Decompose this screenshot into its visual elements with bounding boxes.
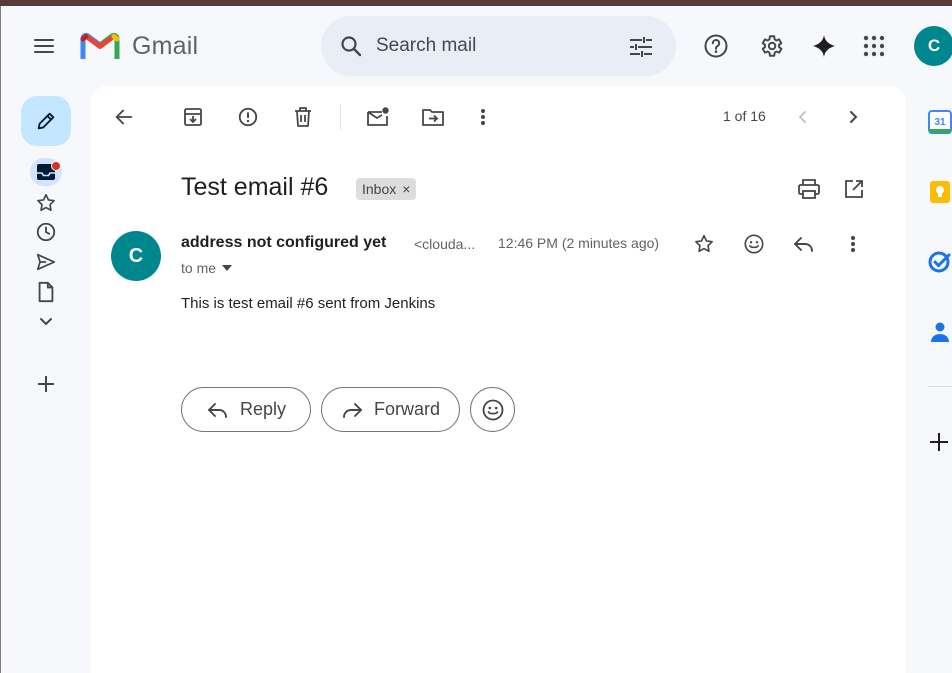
- plus-icon: [36, 374, 56, 394]
- emoji-icon: [481, 398, 505, 422]
- forward-button[interactable]: Forward: [321, 387, 460, 432]
- emoji-reaction-button[interactable]: [470, 387, 515, 432]
- move-folder-icon: [421, 107, 445, 127]
- star-icon: [693, 233, 715, 255]
- reply-icon: [206, 398, 230, 422]
- back-button[interactable]: [108, 101, 140, 133]
- open-in-new-icon: [844, 179, 864, 199]
- arrow-left-icon: [113, 106, 135, 128]
- report-spam-button[interactable]: [232, 101, 264, 133]
- print-button[interactable]: [793, 173, 825, 205]
- apps-button[interactable]: [854, 26, 894, 66]
- mark-unread-icon: [366, 106, 390, 128]
- newer-button[interactable]: [787, 101, 819, 133]
- send-icon: [35, 251, 57, 273]
- more-vert-icon: [480, 108, 486, 126]
- sender-email[interactable]: <clouda...: [414, 236, 475, 252]
- apps-grid-icon: [863, 35, 885, 57]
- archive-button[interactable]: [177, 101, 209, 133]
- more-vert-icon: [850, 235, 856, 253]
- contacts-app-button[interactable]: [928, 320, 952, 344]
- reply-icon-button[interactable]: [789, 229, 819, 259]
- clock-icon: [35, 221, 57, 243]
- calendar-day: 31: [934, 117, 946, 128]
- tune-icon[interactable]: [625, 31, 657, 63]
- unread-dot: [51, 161, 61, 171]
- chevron-down-icon: [37, 312, 55, 330]
- label-text: Inbox: [362, 181, 397, 197]
- window-left-edge: [0, 6, 1, 673]
- reply-icon: [793, 235, 815, 253]
- email-subject: Test email #6: [181, 173, 329, 201]
- keep-app-button[interactable]: [928, 180, 952, 204]
- remove-label-button[interactable]: ×: [402, 181, 410, 197]
- keep-icon: [928, 180, 952, 204]
- caret-down-icon[interactable]: [222, 265, 233, 271]
- settings-button[interactable]: [751, 26, 791, 66]
- chevron-right-icon: [845, 109, 861, 125]
- toolbar-divider: [340, 104, 341, 130]
- pagination-count: 1 of 16: [723, 108, 766, 124]
- mark-unread-button[interactable]: [362, 101, 394, 133]
- emoji-icon: [743, 233, 765, 255]
- delete-button[interactable]: [287, 101, 319, 133]
- more-options-button[interactable]: [467, 101, 499, 133]
- nav-snoozed[interactable]: [34, 220, 58, 244]
- window-top-strip: [0, 0, 952, 6]
- account-avatar[interactable]: C: [914, 26, 952, 66]
- inbox-label-chip[interactable]: Inbox ×: [356, 178, 417, 200]
- app-name: Gmail: [132, 31, 199, 60]
- forward-label: Forward: [374, 399, 441, 419]
- nav-starred[interactable]: [34, 191, 58, 215]
- new-label-button[interactable]: [34, 372, 58, 396]
- email-timestamp: 12:46 PM (2 minutes ago): [498, 235, 660, 251]
- nav-sent[interactable]: [34, 250, 58, 274]
- reply-label: Reply: [240, 399, 287, 419]
- gmail-logo[interactable]: Gmail: [80, 28, 198, 64]
- nav-drafts[interactable]: [34, 280, 58, 304]
- help-icon: [703, 33, 729, 59]
- side-panel-divider: [928, 386, 952, 387]
- open-new-window-button[interactable]: [838, 173, 870, 205]
- sparkle-icon: [812, 34, 836, 58]
- tasks-icon: [928, 250, 952, 274]
- compose-button[interactable]: [21, 96, 71, 146]
- search-input[interactable]: Search mail: [376, 35, 476, 57]
- add-reaction-button[interactable]: [739, 229, 769, 259]
- forward-icon: [340, 398, 364, 422]
- get-addons-button[interactable]: [928, 431, 952, 455]
- plus-icon: [928, 431, 952, 453]
- star-message-button[interactable]: [689, 229, 719, 259]
- sender-name[interactable]: address not configured yet: [181, 234, 386, 252]
- move-to-button[interactable]: [417, 101, 449, 133]
- trash-icon: [293, 106, 313, 128]
- archive-icon: [183, 107, 203, 127]
- star-icon: [35, 192, 57, 214]
- gear-icon: [758, 33, 784, 59]
- report-icon: [237, 106, 259, 128]
- recipient-details[interactable]: to me: [181, 260, 233, 276]
- reply-button[interactable]: Reply: [181, 387, 311, 432]
- gemini-button[interactable]: [804, 26, 844, 66]
- tasks-app-button[interactable]: [928, 250, 952, 274]
- email-body: This is test email #6 sent from Jenkins: [181, 295, 436, 312]
- main-menu-button[interactable]: [24, 26, 64, 66]
- calendar-app-button[interactable]: 31: [928, 110, 952, 134]
- menu-icon: [32, 34, 56, 58]
- recipient-text: to me: [181, 260, 217, 276]
- calendar-icon: 31: [928, 110, 952, 134]
- help-button[interactable]: [696, 26, 736, 66]
- pencil-icon: [35, 110, 57, 132]
- message-more-button[interactable]: [838, 229, 868, 259]
- search-bar[interactable]: Search mail: [321, 16, 676, 76]
- gmail-m-icon: [80, 31, 120, 61]
- nav-more[interactable]: [34, 309, 58, 333]
- contacts-icon: [928, 320, 952, 344]
- print-icon: [798, 179, 820, 199]
- file-icon: [36, 281, 56, 303]
- chevron-left-icon: [795, 109, 811, 125]
- search-icon[interactable]: [335, 30, 367, 62]
- older-button[interactable]: [837, 101, 869, 133]
- sender-avatar[interactable]: C: [111, 231, 161, 281]
